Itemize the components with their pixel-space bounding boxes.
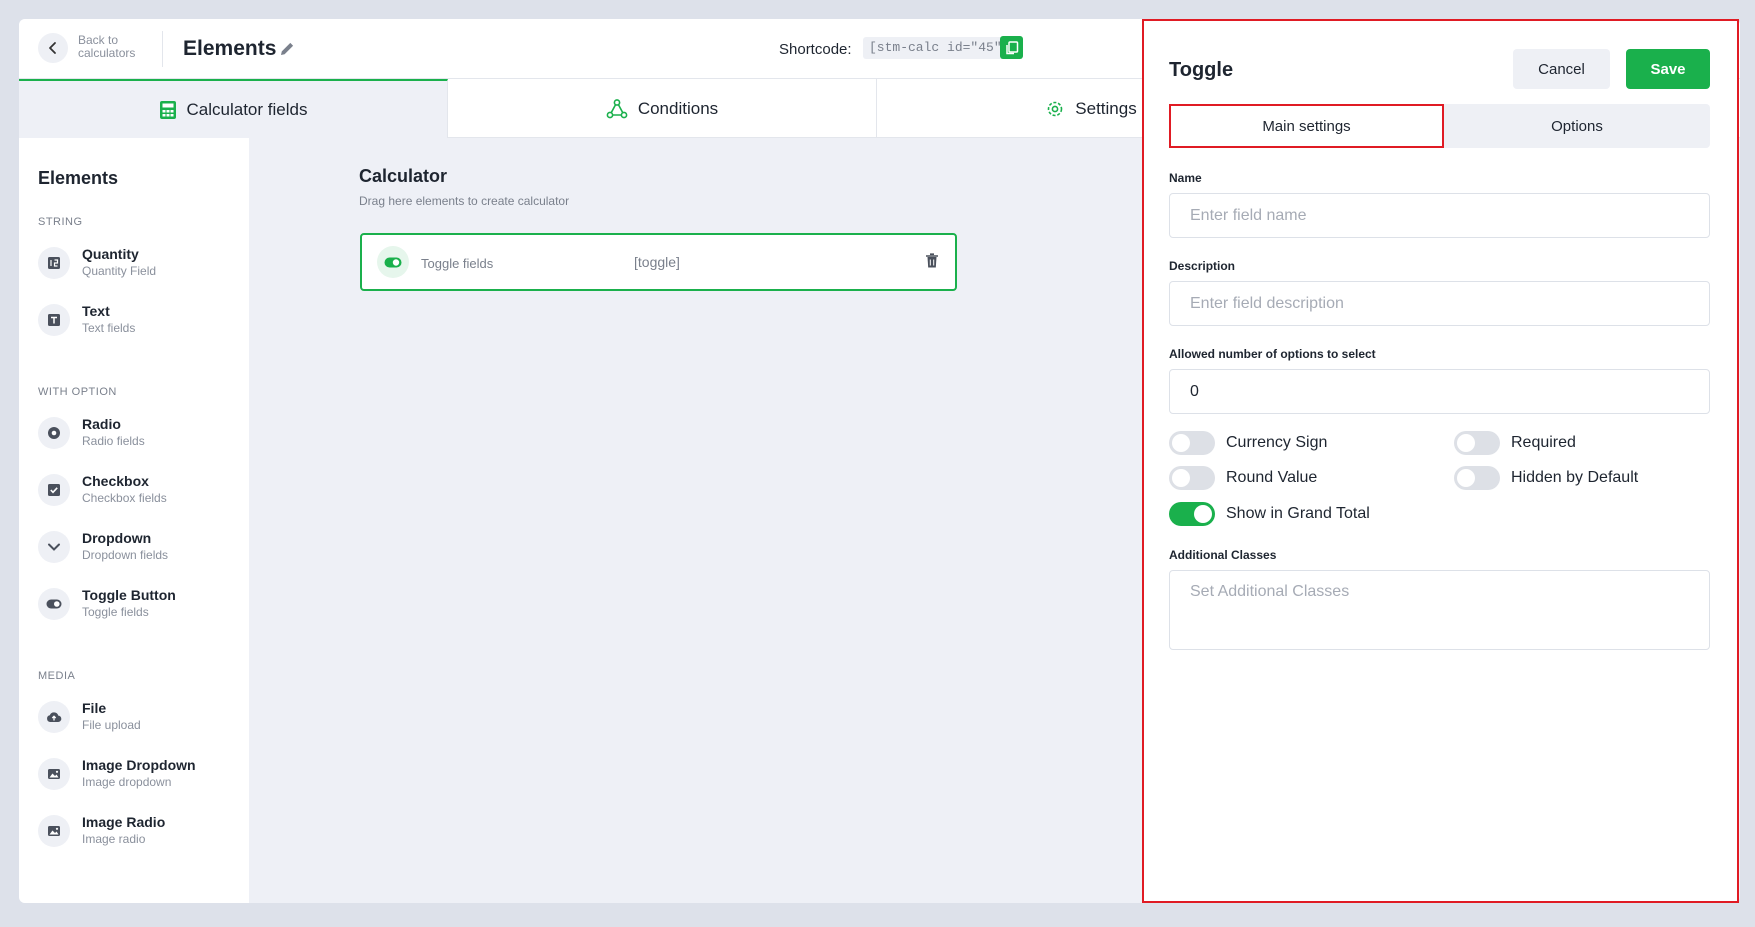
tab-conditions[interactable]: Conditions	[448, 79, 877, 138]
copy-icon	[1005, 40, 1018, 54]
panel-title: Toggle	[1169, 59, 1234, 81]
element-sub: Toggle fields	[82, 605, 149, 619]
element-sub: Checkbox fields	[82, 491, 167, 505]
element-name: Toggle Button	[82, 587, 176, 603]
elements-sidebar: Elements STRING Quantity Quantity Field …	[19, 138, 249, 903]
back-label[interactable]: Back to calculators	[78, 34, 158, 60]
panel-tabs: Main settings Options	[1169, 104, 1710, 148]
description-input[interactable]	[1169, 281, 1710, 326]
description-label: Description	[1169, 259, 1236, 273]
currency-sign-toggle[interactable]: Currency Sign	[1169, 430, 1327, 456]
toggle-icon	[38, 588, 70, 620]
tab-label: Settings	[1075, 98, 1137, 118]
switch[interactable]	[1454, 466, 1500, 490]
tab-label: Conditions	[637, 98, 719, 118]
element-name: Dropdown	[82, 530, 152, 546]
tab-label: Calculator fields	[186, 99, 308, 119]
section-label-with-option: WITH OPTION	[38, 386, 117, 398]
name-input[interactable]	[1169, 193, 1710, 238]
element-text[interactable]: Text Text fields	[38, 300, 238, 340]
round-value-toggle[interactable]: Round Value	[1169, 465, 1317, 491]
element-sub: Text fields	[82, 321, 136, 335]
required-toggle[interactable]: Required	[1454, 430, 1576, 456]
back-button[interactable]	[38, 33, 68, 63]
image-icon	[38, 815, 70, 847]
switch[interactable]	[1169, 466, 1215, 490]
cancel-button[interactable]: Cancel	[1513, 49, 1610, 89]
show-in-grand-total-toggle[interactable]: Show in Grand Total	[1169, 501, 1370, 527]
element-image-radio[interactable]: Image Radio Image radio	[38, 811, 238, 851]
gear-icon	[1047, 101, 1063, 116]
element-sub: Quantity Field	[82, 264, 157, 278]
element-sub: Image radio	[82, 832, 146, 846]
shortcode-value: [stm-calc id="45"]	[863, 37, 1016, 59]
copy-button[interactable]	[1000, 36, 1023, 59]
field-label: Toggle fields	[421, 256, 494, 271]
element-name: File	[82, 700, 107, 716]
tab-main-settings[interactable]: Main settings	[1169, 104, 1444, 148]
switch-label: Round Value	[1226, 469, 1318, 486]
switch[interactable]	[1454, 431, 1500, 455]
element-image-dropdown[interactable]: Image Dropdown Image dropdown	[38, 754, 238, 794]
element-name: Image Dropdown	[82, 757, 196, 773]
tab-calculator-fields[interactable]: Calculator fields	[19, 79, 448, 138]
canvas-hint: Drag here elements to create calculator	[359, 194, 570, 208]
save-button[interactable]: Save	[1626, 49, 1710, 89]
field-shortcode: [toggle]	[634, 254, 680, 270]
switch-label: Show in Grand Total	[1226, 505, 1370, 522]
name-label: Name	[1169, 171, 1202, 185]
toggle-settings-panel: Toggle Cancel Save Main settings Options…	[1142, 19, 1739, 903]
switch-label: Currency Sign	[1226, 434, 1328, 451]
pencil-icon[interactable]	[278, 40, 296, 58]
tab-options[interactable]: Options	[1444, 104, 1710, 148]
element-name: Quantity	[82, 246, 139, 262]
element-toggle-button[interactable]: Toggle Button Toggle fields	[38, 584, 238, 624]
sidebar-title: Elements	[38, 168, 119, 188]
element-name: Image Radio	[82, 814, 166, 830]
calculator-icon	[159, 100, 176, 119]
element-name: Radio	[82, 416, 121, 432]
toggle-icon	[377, 246, 409, 278]
calculator-field-toggle[interactable]: Toggle fields [toggle]	[360, 233, 957, 291]
switch[interactable]	[1169, 431, 1215, 455]
element-checkbox[interactable]: Checkbox Checkbox fields	[38, 470, 238, 510]
element-sub: File upload	[82, 718, 141, 732]
page-title: Elements	[183, 37, 277, 60]
allowed-options-label: Allowed number of options to select	[1169, 347, 1376, 361]
allowed-options-input[interactable]	[1169, 369, 1710, 414]
switch[interactable]	[1169, 502, 1215, 526]
element-dropdown[interactable]: Dropdown Dropdown fields	[38, 527, 238, 567]
additional-classes-label: Additional Classes	[1169, 548, 1277, 562]
shortcode-label: Shortcode:	[779, 41, 852, 58]
checkbox-icon	[38, 474, 70, 506]
chevron-left-icon	[49, 42, 56, 54]
conditions-icon	[606, 98, 628, 118]
element-sub: Dropdown fields	[82, 548, 169, 562]
section-label-string: STRING	[38, 216, 83, 228]
quantity-icon	[38, 247, 70, 279]
dropdown-icon	[38, 531, 70, 563]
hidden-by-default-toggle[interactable]: Hidden by Default	[1454, 465, 1638, 491]
upload-icon	[38, 701, 70, 733]
canvas-title: Calculator	[359, 166, 448, 186]
section-label-media: MEDIA	[38, 670, 76, 682]
element-quantity[interactable]: Quantity Quantity Field	[38, 243, 238, 283]
element-radio[interactable]: Radio Radio fields	[38, 413, 238, 453]
switch-label: Hidden by Default	[1511, 469, 1639, 486]
element-name: Text	[82, 303, 110, 319]
element-file[interactable]: File File upload	[38, 697, 238, 737]
element-sub: Radio fields	[82, 434, 145, 448]
element-sub: Image dropdown	[82, 775, 172, 789]
trash-icon[interactable]	[925, 253, 939, 269]
radio-icon	[38, 417, 70, 449]
element-name: Checkbox	[82, 473, 149, 489]
header-divider	[162, 31, 163, 67]
switch-label: Required	[1511, 434, 1576, 451]
additional-classes-input[interactable]	[1169, 570, 1710, 650]
text-icon	[38, 304, 70, 336]
image-icon	[38, 758, 70, 790]
